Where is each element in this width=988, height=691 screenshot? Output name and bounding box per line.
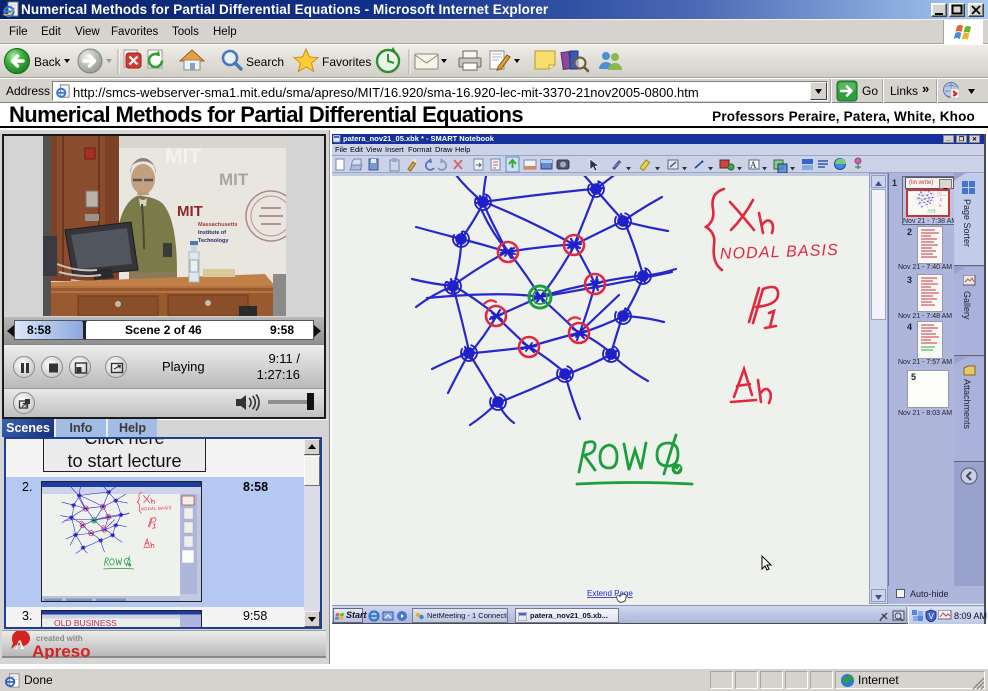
svg-text:Massachusetts: Massachusetts: [198, 222, 237, 228]
svg-text:Technology: Technology: [198, 238, 229, 244]
svg-text:Search: Search: [246, 55, 284, 69]
svg-text:Extend Page: Extend Page: [587, 589, 633, 598]
svg-text:OLD BUSINESS: OLD BUSINESS: [54, 618, 117, 628]
svg-text:A: A: [15, 637, 25, 652]
svg-text:Favorites: Favorites: [322, 55, 371, 69]
svg-text:V: V: [929, 612, 935, 621]
svg-text:A: A: [750, 160, 757, 170]
svg-text:MIT: MIT: [219, 170, 249, 189]
svg-text:Apreso: Apreso: [32, 642, 91, 659]
svg-text:Institute of: Institute of: [198, 230, 226, 236]
svg-text:MIT: MIT: [165, 145, 201, 168]
svg-text:Back: Back: [34, 55, 62, 69]
svg-text:MIT: MIT: [177, 203, 203, 220]
